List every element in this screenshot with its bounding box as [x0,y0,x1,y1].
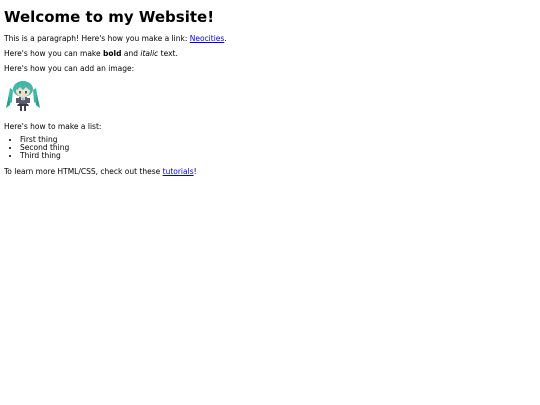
list-item: Third thing [20,152,69,160]
character-sprite-image [6,81,40,111]
bullet-list: First thing Second thing Third thing [0,136,69,160]
list-paragraph: Here's how to make a list: [4,122,102,131]
italic-text: italic [140,49,159,58]
bold-text: bold [103,49,122,58]
intro-text: This is a paragraph! Here's how you make… [4,34,190,43]
neocities-link[interactable]: Neocities [190,34,225,43]
formatting-text: Here's how you can make [4,49,103,58]
formatting-text-middle: and [121,49,141,58]
formatting-text-end: text. [158,49,178,58]
tutorials-text: To learn more HTML/CSS, check out these [4,167,163,176]
intro-text-end: . [224,34,227,43]
image-paragraph: Here's how you can add an image: [4,64,135,73]
intro-paragraph: This is a paragraph! Here's how you make… [4,34,227,44]
tutorials-link[interactable]: tutorials [163,167,194,176]
page-title: Welcome to my Website! [4,8,215,26]
tutorials-paragraph: To learn more HTML/CSS, check out these … [4,167,197,177]
formatting-paragraph: Here's how you can make bold and italic … [4,49,178,59]
tutorials-text-end: ! [193,167,197,176]
